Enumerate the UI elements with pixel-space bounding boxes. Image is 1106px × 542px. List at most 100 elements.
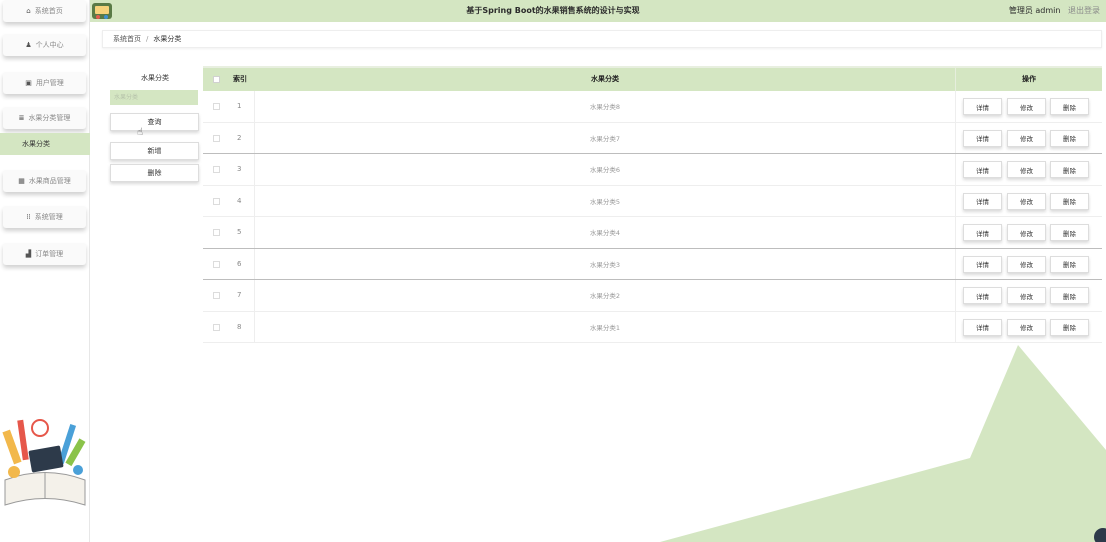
row-actions: 详情 修改 删除	[955, 154, 1102, 185]
row-checkbox[interactable]	[213, 166, 220, 173]
table-row: 7 水果分类2 详情 修改 删除	[203, 280, 1102, 312]
row-actions: 详情 修改 删除	[955, 280, 1102, 311]
row-index: 4	[226, 185, 255, 216]
row-name: 水果分类8	[589, 103, 621, 112]
row-checkbox[interactable]	[213, 103, 220, 110]
table-row: 1 水果分类8 详情 修改 删除	[203, 91, 1102, 123]
query-button[interactable]: 查询	[110, 113, 199, 131]
row-actions: 详情 修改 删除	[955, 185, 1102, 216]
edit-button[interactable]: 修改	[1007, 287, 1046, 304]
breadcrumb: 系统首页 / 水果分类	[102, 30, 1102, 48]
table-row: 4 水果分类5 详情 修改 删除	[203, 185, 1102, 217]
row-name: 水果分类4	[589, 229, 621, 238]
row-checkbox[interactable]	[213, 292, 220, 299]
sidebar-item-label: 水果分类管理	[28, 114, 71, 122]
row-name: 水果分类6	[589, 166, 621, 175]
batch-delete-button[interactable]: 删除	[110, 164, 199, 182]
chart-icon: ▟	[25, 250, 32, 258]
row-actions: 详情 修改 删除	[955, 91, 1102, 122]
row-index: 1	[226, 91, 255, 122]
edit-button[interactable]: 修改	[1007, 98, 1046, 115]
delete-button[interactable]: 删除	[1050, 98, 1089, 115]
top-header: 基于Spring Boot的水果销售系统的设计与实现 管理员 admin 退出登…	[0, 0, 1106, 22]
edit-button[interactable]: 修改	[1007, 255, 1046, 273]
breadcrumb-home[interactable]: 系统首页	[113, 34, 141, 44]
user-icon: ♟	[25, 41, 32, 49]
category-icon: ≣	[18, 114, 25, 122]
breadcrumb-separator: /	[146, 35, 149, 43]
edit-button[interactable]: 修改	[1007, 129, 1046, 147]
detail-button[interactable]: 详情	[963, 129, 1002, 147]
header-index: 索引	[233, 75, 247, 83]
sidebar-item-category-manage[interactable]: ≣ 水果分类管理	[3, 107, 86, 129]
row-name: 水果分类1	[589, 323, 621, 332]
sidebar-item-orders[interactable]: ▟ 订单管理	[3, 243, 86, 265]
table-body: 1 水果分类8 详情 修改 删除 2 水果分类7 详情 修改 删除 3 水果分类…	[203, 91, 1102, 343]
table-row: 3 水果分类6 详情 修改 删除	[203, 154, 1102, 186]
sidebar-subitem-fruit-category[interactable]: 水果分类	[0, 133, 90, 155]
sidebar-item-profile[interactable]: ♟ 个人中心	[3, 34, 86, 56]
delete-button[interactable]: 删除	[1050, 224, 1089, 241]
sidebar-item-home[interactable]: ⌂ 系统首页	[3, 0, 86, 22]
select-all-checkbox[interactable]	[213, 76, 220, 83]
grid-icon: ▦	[18, 177, 25, 185]
detail-button[interactable]: 详情	[963, 224, 1002, 241]
detail-button[interactable]: 详情	[963, 318, 1002, 336]
detail-button[interactable]: 详情	[963, 255, 1002, 273]
sidebar-item-label: 订单管理	[35, 250, 64, 258]
row-index: 7	[226, 280, 255, 311]
row-index: 3	[226, 154, 255, 185]
back-to-school-illustration	[2, 419, 86, 506]
row-checkbox[interactable]	[213, 323, 220, 331]
header-operation: 操作	[955, 68, 1102, 91]
row-name: 水果分类5	[589, 197, 621, 206]
row-checkbox[interactable]	[213, 260, 220, 268]
row-actions: 详情 修改 删除	[955, 248, 1102, 279]
delete-button[interactable]: 删除	[1050, 192, 1089, 210]
table-row: 6 水果分类3 详情 修改 删除	[203, 248, 1102, 280]
search-input[interactable]	[110, 90, 198, 105]
app-root: 基于Spring Boot的水果销售系统的设计与实现 管理员 admin 退出登…	[0, 0, 1106, 542]
sidebar-item-label: 用户管理	[35, 79, 64, 87]
logout-link[interactable]: 退出登录	[1068, 6, 1100, 15]
delete-button[interactable]: 删除	[1050, 287, 1089, 304]
delete-button[interactable]: 删除	[1050, 255, 1089, 273]
sidebar-item-label: 系统管理	[34, 213, 63, 221]
detail-button[interactable]: 详情	[963, 98, 1002, 115]
edit-button[interactable]: 修改	[1007, 224, 1046, 241]
row-actions: 详情 修改 删除	[955, 122, 1102, 153]
detail-button[interactable]: 详情	[963, 161, 1002, 178]
sidebar-item-system[interactable]: ⁞⁞ 系统管理	[3, 206, 86, 228]
edit-button[interactable]: 修改	[1007, 161, 1046, 178]
sidebar-item-label: 水果商品管理	[28, 177, 71, 185]
edit-button[interactable]: 修改	[1007, 318, 1046, 336]
sidebar: ⌂ 系统首页 ♟ 个人中心 ▣ 用户管理 ≣ 水果分类管理 水果分类 ▦ 水果商…	[0, 0, 90, 542]
row-actions: 详情 修改 删除	[955, 217, 1102, 248]
row-index: 8	[226, 311, 255, 342]
sidebar-item-label: 个人中心	[35, 41, 64, 49]
table-row: 2 水果分类7 详情 修改 删除	[203, 122, 1102, 154]
user-label: 管理员 admin	[1008, 6, 1061, 15]
row-actions: 详情 修改 删除	[955, 311, 1102, 342]
detail-button[interactable]: 详情	[963, 192, 1002, 210]
header-name: 水果分类	[591, 75, 619, 83]
add-button[interactable]: 新增	[110, 142, 199, 160]
row-checkbox[interactable]	[213, 229, 220, 236]
sidebar-item-users[interactable]: ▣ 用户管理	[3, 72, 86, 94]
floating-assistant-icon[interactable]	[1094, 528, 1106, 542]
content-layer: 基于Spring Boot的水果销售系统的设计与实现 管理员 admin 退出登…	[0, 0, 1106, 542]
table-row: 8 水果分类1 详情 修改 删除	[203, 311, 1102, 343]
sidebar-item-label: 系统首页	[34, 7, 63, 15]
row-checkbox[interactable]	[213, 134, 220, 142]
table-row: 5 水果分类4 详情 修改 删除	[203, 217, 1102, 249]
delete-button[interactable]: 删除	[1050, 161, 1089, 178]
sidebar-item-products[interactable]: ▦ 水果商品管理	[3, 170, 86, 192]
breadcrumb-current: 水果分类	[153, 35, 182, 43]
row-checkbox[interactable]	[213, 197, 220, 205]
app-title: 基于Spring Boot的水果销售系统的设计与实现	[466, 6, 640, 15]
edit-button[interactable]: 修改	[1007, 192, 1046, 210]
detail-button[interactable]: 详情	[963, 287, 1002, 304]
delete-button[interactable]: 删除	[1050, 129, 1089, 147]
mouse-cursor-icon: ☝	[137, 127, 144, 138]
delete-button[interactable]: 删除	[1050, 318, 1089, 336]
